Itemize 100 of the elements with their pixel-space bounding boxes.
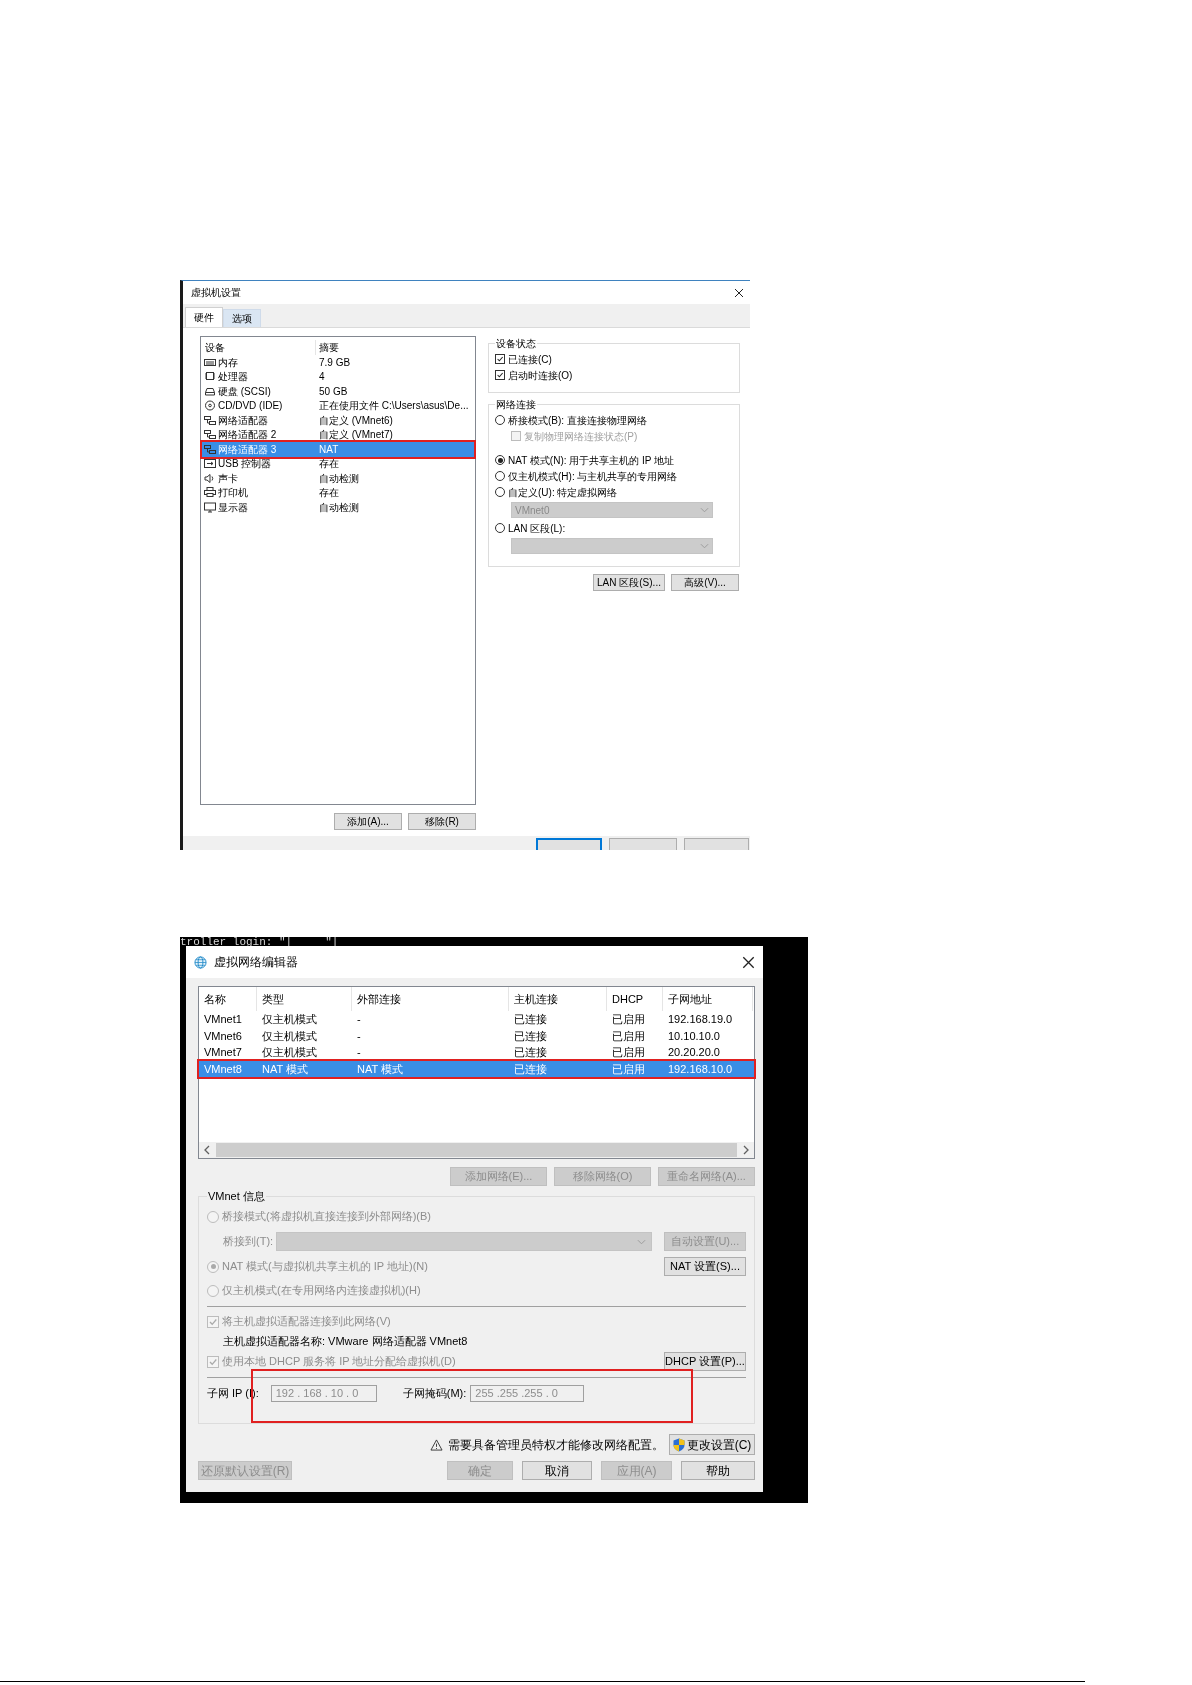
checkbox-label: 使用本地 DHCP 服务将 IP 地址分配给虚拟机(D) <box>222 1354 456 1370</box>
device-row[interactable]: 打印机 存在 <box>202 485 474 500</box>
checkbox-label: 已连接(C) <box>508 352 552 367</box>
table-cell-text: 已连接 <box>513 1045 548 1060</box>
column-header[interactable]: 外部连接 <box>352 987 509 1011</box>
device-summary: 自定义 (VMnet6) <box>318 413 393 428</box>
table-cell-text: VMnet8 <box>203 1061 243 1077</box>
device-summary: 自动检测 <box>318 471 359 486</box>
radio-button[interactable] <box>495 471 505 481</box>
device-row[interactable]: 网络适配器 2 自定义 (VMnet7) <box>202 427 474 442</box>
radio-button[interactable] <box>495 415 505 425</box>
button[interactable]: 添加(A)... <box>334 813 402 830</box>
network-icon <box>204 443 216 455</box>
device-row[interactable]: 内存 7.9 GB <box>202 355 474 370</box>
device-name: CD/DVD (IDE) <box>218 399 283 414</box>
column-header[interactable]: 设备 <box>202 339 316 355</box>
table-cell-text: 仅主机模式 <box>261 1012 318 1027</box>
radio-button[interactable] <box>495 455 505 465</box>
table-row[interactable]: VMnet1 仅主机模式 - 已连接 已启用 192.168.19.0 <box>199 1011 754 1028</box>
device-row[interactable]: USB 控制器 存在 <box>202 456 474 471</box>
column-header[interactable]: DHCP <box>607 987 663 1011</box>
column-header[interactable]: 主机连接 <box>509 987 607 1011</box>
horizontal-scrollbar[interactable] <box>199 1142 754 1158</box>
button[interactable]: 移除(R) <box>408 813 476 830</box>
group-title: 设备状态 <box>495 337 537 351</box>
device-name: 内存 <box>218 355 238 370</box>
radio-button[interactable] <box>495 523 505 533</box>
table-cell-text: 已连接 <box>513 1061 548 1077</box>
radio-label: NAT 模式(N): 用于共享主机的 IP 地址 <box>508 453 675 468</box>
device-summary: NAT <box>318 442 339 457</box>
table-row[interactable]: VMnet7 仅主机模式 - 已连接 已启用 20.20.20.0 <box>199 1044 754 1061</box>
table-cell-text: NAT 模式 <box>261 1061 310 1077</box>
dialog-button[interactable] <box>536 838 602 850</box>
device-summary: 自定义 (VMnet7) <box>318 428 393 443</box>
close-icon[interactable] <box>734 287 744 298</box>
device-name: 显示器 <box>218 500 248 515</box>
device-name: 打印机 <box>218 486 248 501</box>
radio-label: 仅主机模式(H): 与主机共享的专用网络 <box>508 469 678 484</box>
button[interactable]: LAN 区段(S)... <box>593 574 665 591</box>
processor-icon <box>204 371 216 383</box>
button[interactable]: 取消 <box>522 1461 592 1480</box>
device-name: 声卡 <box>218 471 238 486</box>
change-settings-button[interactable]: 更改设置(C) <box>669 1434 755 1455</box>
display-icon <box>204 501 216 513</box>
table-cell-text: - <box>356 1012 362 1027</box>
button[interactable]: 帮助 <box>681 1461 755 1480</box>
memory-icon <box>204 356 216 368</box>
radio-label: 桥接模式(将虚拟机直接连接到外部网络)(B) <box>222 1209 431 1225</box>
device-row[interactable]: 硬盘 (SCSI) 50 GB <box>202 384 474 399</box>
chevron-down-icon <box>700 543 709 549</box>
network-icon <box>204 429 216 441</box>
radio-button[interactable] <box>495 487 505 497</box>
table-cell-text: 192.168.19.0 <box>667 1012 734 1027</box>
window-title: 虚拟机设置 <box>191 286 241 300</box>
globe-icon <box>194 955 207 969</box>
table-cell-text: VMnet7 <box>203 1045 243 1060</box>
device-summary: 存在 <box>318 486 339 501</box>
warning-icon <box>430 1438 443 1451</box>
device-summary: 存在 <box>318 457 339 472</box>
table-row[interactable]: VMnet6 仅主机模式 - 已连接 已启用 10.10.10.0 <box>199 1027 754 1044</box>
device-row[interactable]: 显示器 自动检测 <box>202 500 474 515</box>
device-name: 网络适配器 2 <box>218 428 277 443</box>
checkbox[interactable] <box>495 354 505 364</box>
tab[interactable]: 选项 <box>223 309 261 327</box>
table-cell-text: VMnet1 <box>203 1012 243 1027</box>
device-row[interactable]: 处理器 4 <box>202 369 474 384</box>
column-header[interactable]: 名称 <box>199 987 257 1011</box>
device-row[interactable]: 声卡 自动检测 <box>202 471 474 486</box>
column-header[interactable]: 子网地址 <box>663 987 753 1011</box>
usb-icon <box>204 458 216 470</box>
window-title: 虚拟网络编辑器 <box>214 954 298 971</box>
column-header[interactable]: 类型 <box>257 987 352 1011</box>
table-cell-text: 10.10.10.0 <box>667 1028 721 1044</box>
table-cell-text: NAT 模式 <box>356 1061 405 1077</box>
device-summary: 自动检测 <box>318 500 359 515</box>
warning-text: 需要具备管理员特权才能修改网络配置。 <box>448 1436 664 1454</box>
checkbox[interactable] <box>495 370 505 380</box>
device-row[interactable]: 网络适配器 自定义 (VMnet6) <box>202 413 474 428</box>
button[interactable]: 高级(V)... <box>671 574 739 591</box>
tab[interactable]: 硬件 <box>185 307 223 327</box>
chevron-down-icon <box>700 507 709 513</box>
table-cell-text: 已启用 <box>611 1012 646 1027</box>
close-icon[interactable] <box>742 955 755 969</box>
adapter-name-text: 主机虚拟适配器名称: VMware 网络适配器 VMnet8 <box>222 1334 469 1350</box>
shield-icon <box>672 1437 685 1452</box>
radio-label: 自定义(U): 特定虚拟网络 <box>508 485 618 500</box>
group-title: VMnet 信息 <box>207 1189 266 1204</box>
column-header[interactable]: 摘要 <box>316 339 339 355</box>
scroll-thumb[interactable] <box>216 1143 737 1157</box>
device-row[interactable]: CD/DVD (IDE) 正在使用文件 C:\Users\asus\De... <box>202 398 474 413</box>
radio-label: 桥接模式(B): 直接连接物理网络 <box>508 413 647 428</box>
field-label: 子网掩码(M): <box>402 1386 467 1402</box>
network-icon <box>204 414 216 426</box>
chevron-down-icon <box>637 1238 646 1245</box>
table-cell-text: 仅主机模式 <box>261 1045 318 1060</box>
table-cell-text: - <box>356 1028 362 1044</box>
device-name: 硬盘 (SCSI) <box>218 384 271 399</box>
table-cell-text: 已连接 <box>513 1028 548 1044</box>
device-summary: 7.9 GB <box>318 355 351 370</box>
radio-label: 仅主机模式(在专用网络内连接虚拟机)(H) <box>222 1283 421 1299</box>
